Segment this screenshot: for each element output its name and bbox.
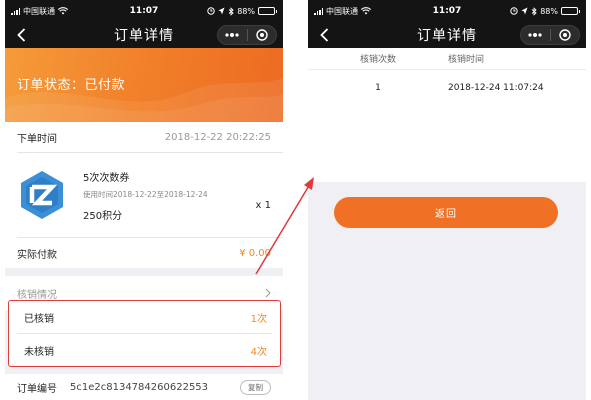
battery-percent: 88% (237, 6, 255, 16)
battery-icon (561, 7, 580, 15)
status-bar: 中国联通 11:07 88% (308, 0, 586, 22)
redeem-summary-highlight: 已核销 1次 未核销 4次 (8, 300, 281, 367)
page-title: 订单详情 (417, 28, 477, 44)
redeemed-label: 已核销 (24, 313, 54, 325)
actual-paid-value: ¥ 0.00 (239, 247, 271, 259)
redeem-count-cell: 1 (375, 82, 381, 93)
coupon-logo-icon (21, 171, 63, 219)
signal-icon (314, 8, 323, 15)
navigation-icon (521, 7, 528, 15)
miniprogram-capsule (217, 25, 277, 45)
more-dots-icon (528, 33, 542, 37)
redeemed-row: 已核销 1次 (9, 301, 280, 333)
battery-icon (258, 7, 277, 15)
redeem-record-table: 核销次数 核销时间 1 2018-12-24 11:07:24 (308, 48, 586, 182)
screenshot-stage: 中国联通 11:07 88% 订单详情 订单状态：已付款 下单时间 2018-1… (0, 0, 591, 400)
signal-icon (11, 8, 20, 15)
copy-button[interactable]: 复制 (240, 379, 271, 395)
actual-paid-label: 实际付款 (17, 249, 57, 261)
more-dots-icon (225, 33, 239, 37)
back-arrow-icon (16, 28, 25, 42)
order-detail-screen: 中国联通 11:07 88% 订单详情 订单状态：已付款 下单时间 2018-1… (5, 0, 283, 400)
bluetooth-icon (228, 6, 234, 16)
order-time-label: 下单时间 (17, 133, 57, 145)
alarm-icon (207, 7, 215, 15)
column-header-count: 核销次数 (359, 55, 396, 65)
redeemed-value: 1次 (250, 313, 267, 325)
miniprogram-capsule (520, 25, 580, 45)
bluetooth-icon (531, 6, 537, 16)
table-header: 核销次数 核销时间 (308, 48, 586, 70)
unredeemed-label: 未核销 (24, 346, 54, 358)
order-info-card: 下单时间 2018-12-22 20:22:25 5次次数券 使用时间2018-… (5, 122, 283, 268)
wifi-icon (58, 7, 68, 15)
nav-bar: 订单详情 (5, 22, 283, 48)
column-header-time: 核销时间 (448, 55, 485, 65)
target-close-icon (559, 29, 571, 41)
product-period: 使用时间2018-12-22至2018-12-24 (83, 189, 208, 199)
alarm-icon (510, 7, 518, 15)
redeem-record-screen: 中国联通 11:07 88% 订单详情 核销次数 核销时间 1 2018-12-… (308, 0, 586, 400)
unredeemed-row: 未核销 4次 (9, 334, 280, 366)
order-status-text: 订单状态：已付款 (17, 78, 126, 93)
order-status-banner: 订单状态：已付款 (5, 48, 283, 122)
product-points: 250积分 (83, 210, 123, 222)
unredeemed-value: 4次 (250, 346, 267, 358)
chevron-right-icon (265, 288, 271, 298)
close-miniprogram-button[interactable] (248, 26, 277, 44)
order-number-row: 订单编号 5c1e2c8134784260622553 复制 (5, 374, 283, 400)
back-button[interactable] (11, 25, 31, 45)
more-button[interactable] (218, 26, 247, 44)
order-time-value: 2018-12-22 20:22:25 (164, 131, 271, 143)
table-row: 1 2018-12-24 11:07:24 (308, 70, 586, 105)
wifi-icon (361, 7, 371, 15)
redeem-section-label: 核销情况 (17, 289, 57, 301)
page-title: 订单详情 (114, 28, 174, 44)
battery-percent: 88% (540, 6, 558, 16)
return-button[interactable]: 返回 (334, 197, 558, 228)
navigation-icon (218, 7, 225, 15)
redeem-time-cell: 2018-12-24 11:07:24 (448, 82, 544, 93)
carrier-label: 中国联通 (23, 6, 55, 16)
close-miniprogram-button[interactable] (551, 26, 580, 44)
product-name: 5次次数券 (83, 172, 130, 184)
more-button[interactable] (521, 26, 550, 44)
status-bar: 中国联通 11:07 88% (5, 0, 283, 22)
product-quantity: x 1 (255, 200, 271, 211)
back-arrow-icon (319, 28, 328, 42)
target-close-icon (256, 29, 268, 41)
back-button[interactable] (314, 25, 334, 45)
nav-bar: 订单详情 (308, 22, 586, 48)
carrier-label: 中国联通 (326, 6, 358, 16)
product-item[interactable]: 5次次数券 使用时间2018-12-22至2018-12-24 250积分 x … (5, 153, 283, 237)
order-no-label: 订单编号 (17, 383, 57, 395)
order-no-value: 5c1e2c8134784260622553 (70, 381, 209, 393)
